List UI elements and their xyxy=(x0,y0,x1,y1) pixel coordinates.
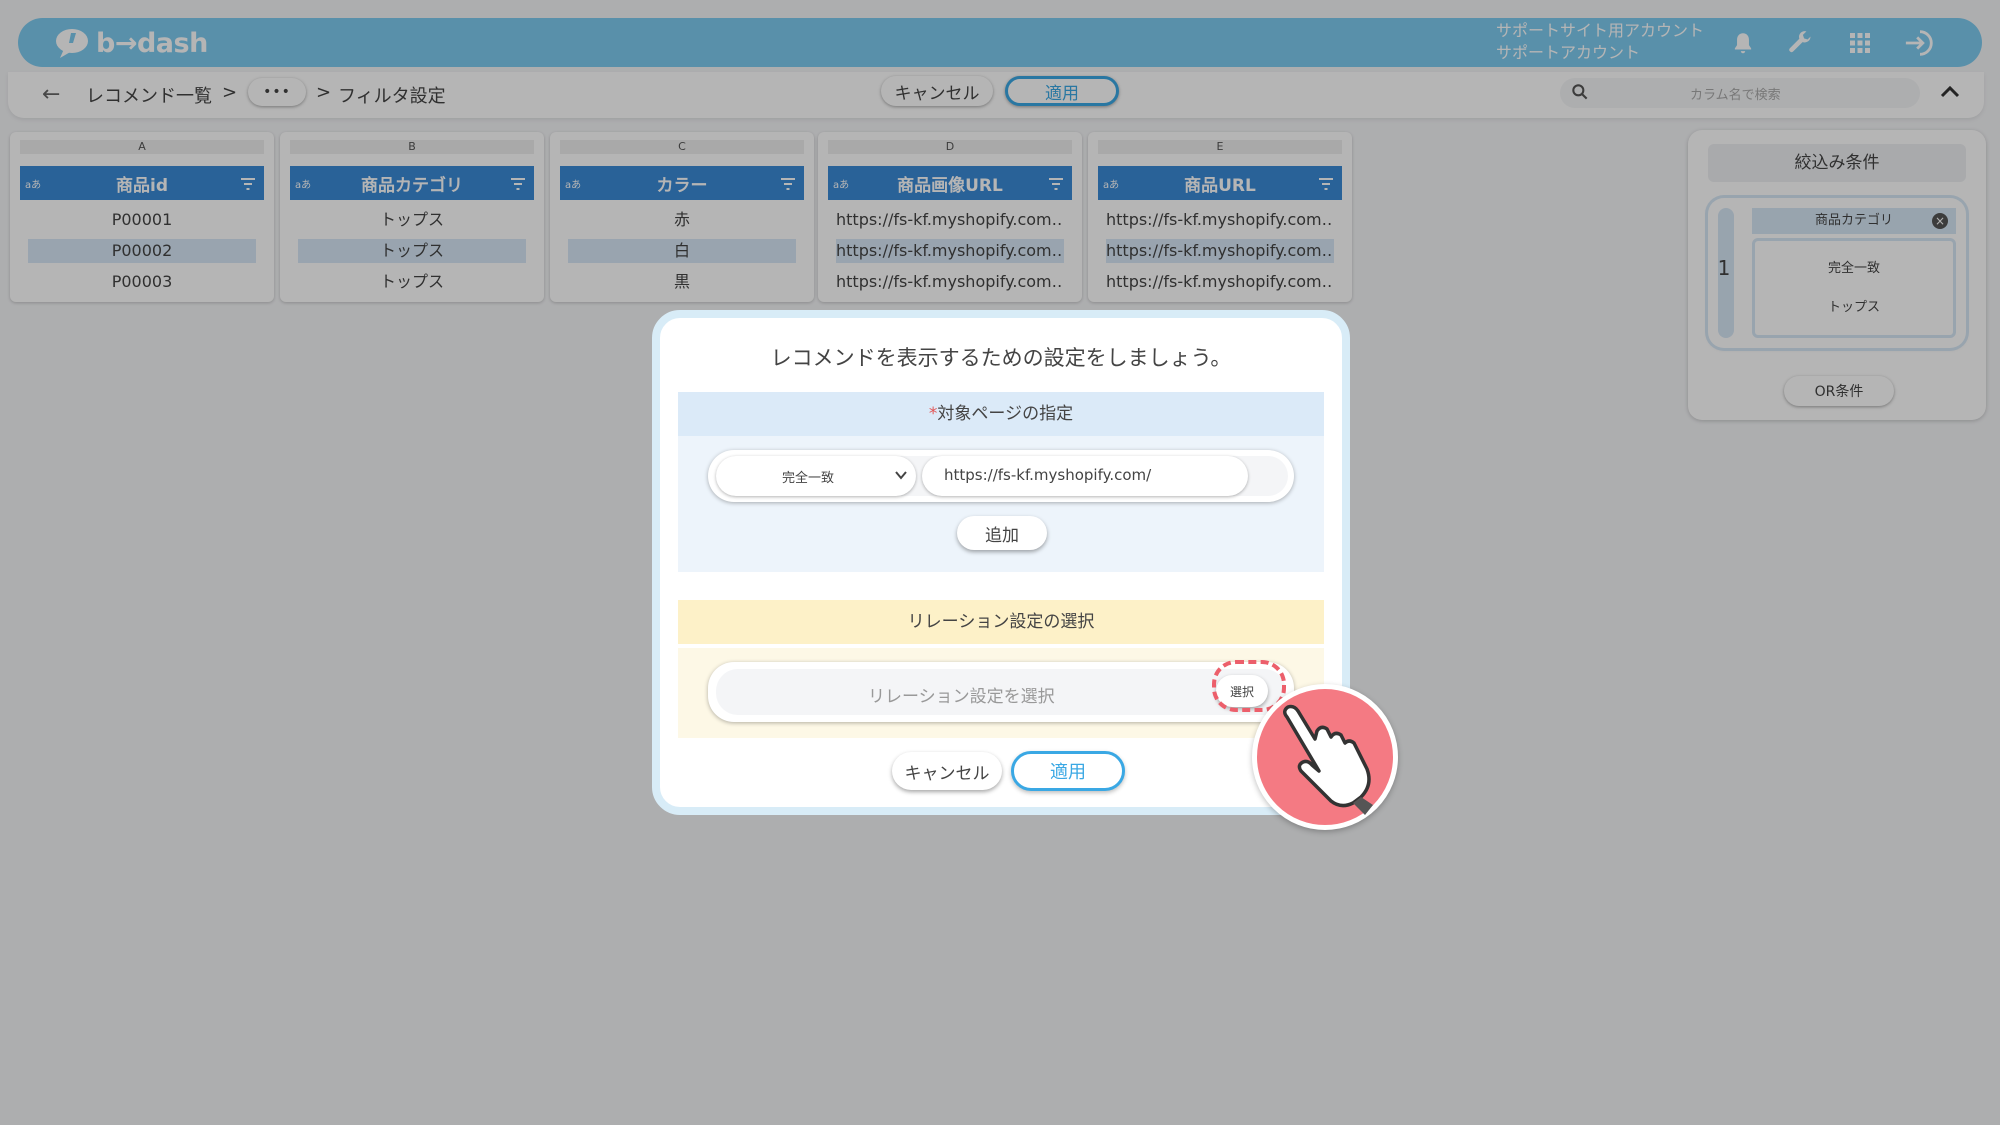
match-type-value: 完全一致 xyxy=(782,471,835,486)
relation-row: リレーション設定を選択 選択 xyxy=(708,662,1294,722)
add-target-button[interactable]: 追加 xyxy=(957,516,1047,550)
pointer-hand-icon xyxy=(1252,684,1398,830)
target-page-heading-text: 対象ページの指定 xyxy=(937,404,1074,424)
modal-title: レコメンドを表示するための設定をしましょう。 xyxy=(770,346,1232,370)
relation-select-field[interactable]: リレーション設定を選択 xyxy=(716,669,1286,715)
chevron-down-icon xyxy=(894,468,908,486)
target-page-row: 完全一致 https://fs-kf.myshopify.com/ xyxy=(708,450,1294,502)
match-type-select[interactable]: 完全一致 xyxy=(716,456,916,496)
modal-apply-button[interactable]: 適用 xyxy=(1011,751,1125,791)
modal-cancel-button[interactable]: キャンセル xyxy=(892,752,1002,790)
target-url-value: https://fs-kf.myshopify.com/ xyxy=(944,466,1152,484)
target-url-input[interactable]: https://fs-kf.myshopify.com/ xyxy=(922,456,1248,496)
target-page-section-heading: *対象ページの指定 xyxy=(678,392,1324,436)
relation-placeholder: リレーション設定を選択 xyxy=(868,687,1055,707)
relation-section-heading: リレーション設定の選択 xyxy=(678,600,1324,644)
recommend-settings-modal: レコメンドを表示するための設定をしましょう。 *対象ページの指定 完全一致 ht… xyxy=(652,310,1350,815)
target-page-section-body: 完全一致 https://fs-kf.myshopify.com/ 追加 xyxy=(678,436,1324,572)
